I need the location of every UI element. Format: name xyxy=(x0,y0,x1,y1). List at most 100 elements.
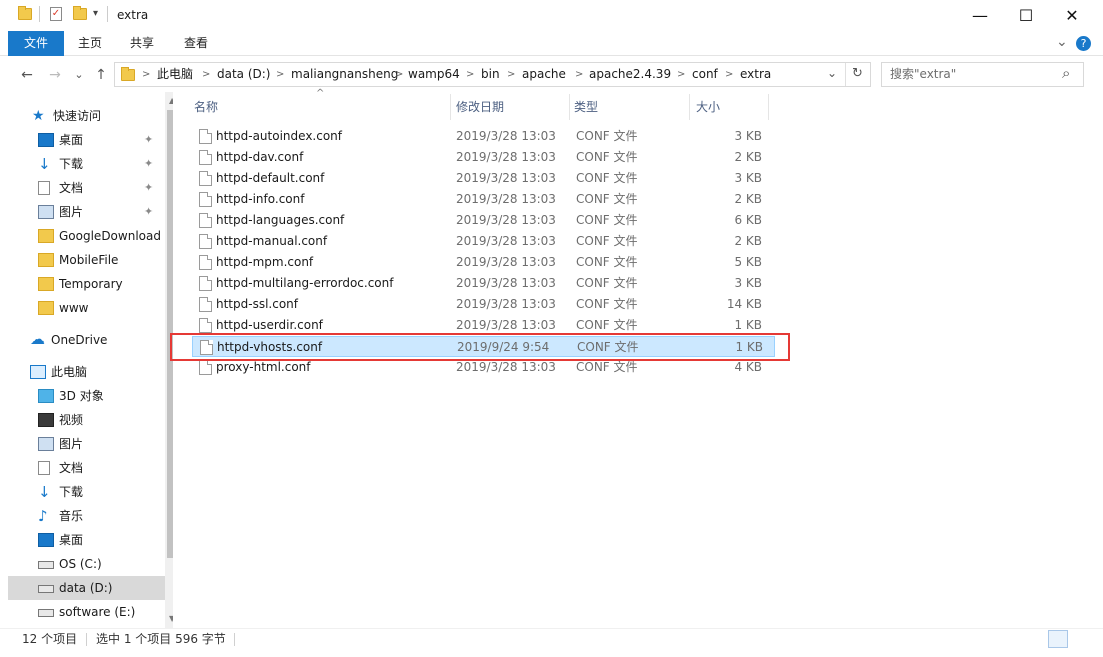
folder-icon xyxy=(38,277,54,291)
column-header-size[interactable]: 大小 xyxy=(678,94,768,120)
sidebar-item-label: 此电脑 xyxy=(51,365,88,379)
file-size: 14 KB xyxy=(726,297,762,311)
file-icon xyxy=(199,150,212,165)
breadcrumb-item-current[interactable]: extra xyxy=(740,63,771,86)
sidebar-item[interactable]: ↓ 下载 ✦ xyxy=(8,152,165,176)
file-row[interactable]: httpd-userdir.conf 2019/3/28 13:03 CONF 文件… xyxy=(192,315,775,336)
video-icon xyxy=(38,413,54,427)
file-type: CONF 文件 xyxy=(576,171,638,185)
scroll-down-icon[interactable]: ▼ xyxy=(169,614,173,623)
details-view-icon[interactable] xyxy=(1048,630,1068,648)
scrollbar-thumb[interactable] xyxy=(167,110,173,558)
folder-icon xyxy=(38,229,54,243)
sidebar-item[interactable]: ★ 快速访问 xyxy=(8,104,165,128)
column-header-type[interactable]: 类型 xyxy=(556,94,676,120)
sidebar-item[interactable]: software (E:) xyxy=(8,600,165,624)
sidebar-item[interactable]: data (D:) xyxy=(8,576,165,600)
column-header-name[interactable]: 名称 xyxy=(176,94,450,120)
sidebar-item[interactable]: 图片 ✦ xyxy=(8,200,165,224)
breadcrumb-item[interactable]: data (D:) xyxy=(217,63,271,86)
sidebar-item[interactable]: www xyxy=(8,296,165,320)
sidebar-item[interactable]: Temporary xyxy=(8,272,165,296)
file-size: 1 KB xyxy=(734,318,762,332)
search-input[interactable]: 搜索"extra" ⌕ xyxy=(881,62,1084,87)
close-button[interactable]: ✕ xyxy=(1049,0,1095,31)
file-size: 2 KB xyxy=(734,234,762,248)
sidebar-item[interactable]: 视频 xyxy=(8,408,165,432)
search-icon[interactable]: ⌕ xyxy=(1062,64,1070,82)
sidebar-item[interactable]: MobileFile xyxy=(8,248,165,272)
sidebar-item[interactable]: 文档 xyxy=(8,456,165,480)
sidebar-scrollbar[interactable]: ▲ ▼ xyxy=(165,92,173,628)
customize-toolbar-icon[interactable]: ▾ xyxy=(93,8,98,19)
file-row[interactable]: httpd-mpm.conf 2019/3/28 13:03 CONF 文件 5 KB xyxy=(192,252,775,273)
sidebar-item[interactable]: ♪ 音乐 xyxy=(8,504,165,528)
tab-view[interactable]: 查看 xyxy=(168,31,224,56)
tab-home[interactable]: 主页 xyxy=(64,31,116,56)
breadcrumb-separator: > xyxy=(507,69,516,80)
breadcrumb-item[interactable]: 此电脑 xyxy=(157,63,193,86)
column-divider[interactable] xyxy=(768,94,769,120)
help-icon[interactable]: ? xyxy=(1076,36,1091,51)
sidebar-item[interactable]: 文档 ✦ xyxy=(8,176,165,200)
file-row[interactable]: httpd-manual.conf 2019/3/28 13:03 CONF 文件 2… xyxy=(192,231,775,252)
divider xyxy=(234,633,235,646)
column-header-date[interactable]: 修改日期 xyxy=(438,94,558,120)
recent-locations-button[interactable]: ⌄ xyxy=(70,66,88,84)
file-icon xyxy=(199,255,212,270)
breadcrumb-item[interactable]: wamp64 xyxy=(408,63,460,86)
file-icon xyxy=(199,297,212,312)
pictures-icon xyxy=(38,437,54,451)
forward-button[interactable]: → xyxy=(46,66,64,84)
refresh-icon[interactable]: ↻ xyxy=(852,66,863,81)
minimize-button[interactable]: — xyxy=(957,0,1003,31)
sidebar-item[interactable]: OS (C:) xyxy=(8,552,165,576)
file-row[interactable]: httpd-autoindex.conf 2019/3/28 13:03 CONF … xyxy=(192,126,775,147)
sidebar-item[interactable]: 桌面 xyxy=(8,528,165,552)
sidebar-item[interactable]: ↓ 下载 xyxy=(8,480,165,504)
breadcrumb-item[interactable]: bin xyxy=(481,63,500,86)
desktop-icon xyxy=(38,133,54,147)
sidebar-item-label: 文档 xyxy=(59,181,84,195)
sidebar-item[interactable]: 图片 xyxy=(8,432,165,456)
up-button[interactable]: ↑ xyxy=(92,66,110,84)
properties-icon[interactable]: ✓ xyxy=(50,7,62,21)
maximize-button[interactable]: ☐ xyxy=(1003,0,1049,31)
file-date: 2019/3/28 13:03 xyxy=(456,171,556,185)
pictures-icon xyxy=(38,205,54,219)
pin-icon[interactable]: ✦ xyxy=(144,152,153,176)
pin-icon[interactable]: ✦ xyxy=(144,176,153,200)
new-folder-icon[interactable] xyxy=(73,6,87,20)
file-row[interactable]: httpd-ssl.conf 2019/3/28 13:03 CONF 文件 14 K… xyxy=(192,294,775,315)
expand-ribbon-icon[interactable]: ⌄ xyxy=(1056,34,1068,50)
pin-icon[interactable]: ✦ xyxy=(144,128,153,152)
sidebar-item[interactable]: 此电脑 xyxy=(8,360,165,384)
tab-share[interactable]: 共享 xyxy=(116,31,168,56)
back-button[interactable]: ← xyxy=(18,66,36,84)
pin-icon[interactable]: ✦ xyxy=(144,200,153,224)
breadcrumb-item[interactable]: conf xyxy=(692,63,718,86)
sidebar-item-label: 桌面 xyxy=(59,533,84,547)
scroll-up-icon[interactable]: ▲ xyxy=(169,96,173,105)
sidebar-item[interactable]: GoogleDownload xyxy=(8,224,165,248)
file-row[interactable]: httpd-info.conf 2019/3/28 13:03 CONF 文件 2 K… xyxy=(192,189,775,210)
file-row[interactable]: httpd-languages.conf 2019/3/28 13:03 CONF … xyxy=(192,210,775,231)
sidebar-item[interactable]: ☁ OneDrive xyxy=(8,328,165,352)
sidebar-item[interactable]: 3D 对象 xyxy=(8,384,165,408)
file-row[interactable]: httpd-multilang-errordoc.conf 2019/3/28 1… xyxy=(192,273,775,294)
breadcrumb-item[interactable]: maliangnansheng xyxy=(291,63,398,86)
large-icons-view-icon[interactable] xyxy=(1071,630,1091,648)
file-size: 3 KB xyxy=(734,171,762,185)
breadcrumb-item[interactable]: apache xyxy=(522,63,566,86)
address-bar[interactable]: > 此电脑 > data (D:) > maliangnansheng > wa… xyxy=(114,62,871,87)
divider xyxy=(86,633,87,646)
file-row[interactable]: httpd-default.conf 2019/3/28 13:03 CONF 文件… xyxy=(192,168,775,189)
address-dropdown-icon[interactable]: ⌄ xyxy=(827,66,837,80)
file-size: 2 KB xyxy=(734,192,762,206)
file-row[interactable]: httpd-vhosts.conf 2019/9/24 9:54 CONF 文件 1 … xyxy=(192,336,775,357)
file-row[interactable]: proxy-html.conf 2019/3/28 13:03 CONF 文件 4 K… xyxy=(192,357,775,378)
tab-file[interactable]: 文件 xyxy=(8,31,64,56)
breadcrumb-item[interactable]: apache2.4.39 xyxy=(589,63,671,86)
file-row[interactable]: httpd-dav.conf 2019/3/28 13:03 CONF 文件 2 KB xyxy=(192,147,775,168)
sidebar-item[interactable]: 桌面 ✦ xyxy=(8,128,165,152)
